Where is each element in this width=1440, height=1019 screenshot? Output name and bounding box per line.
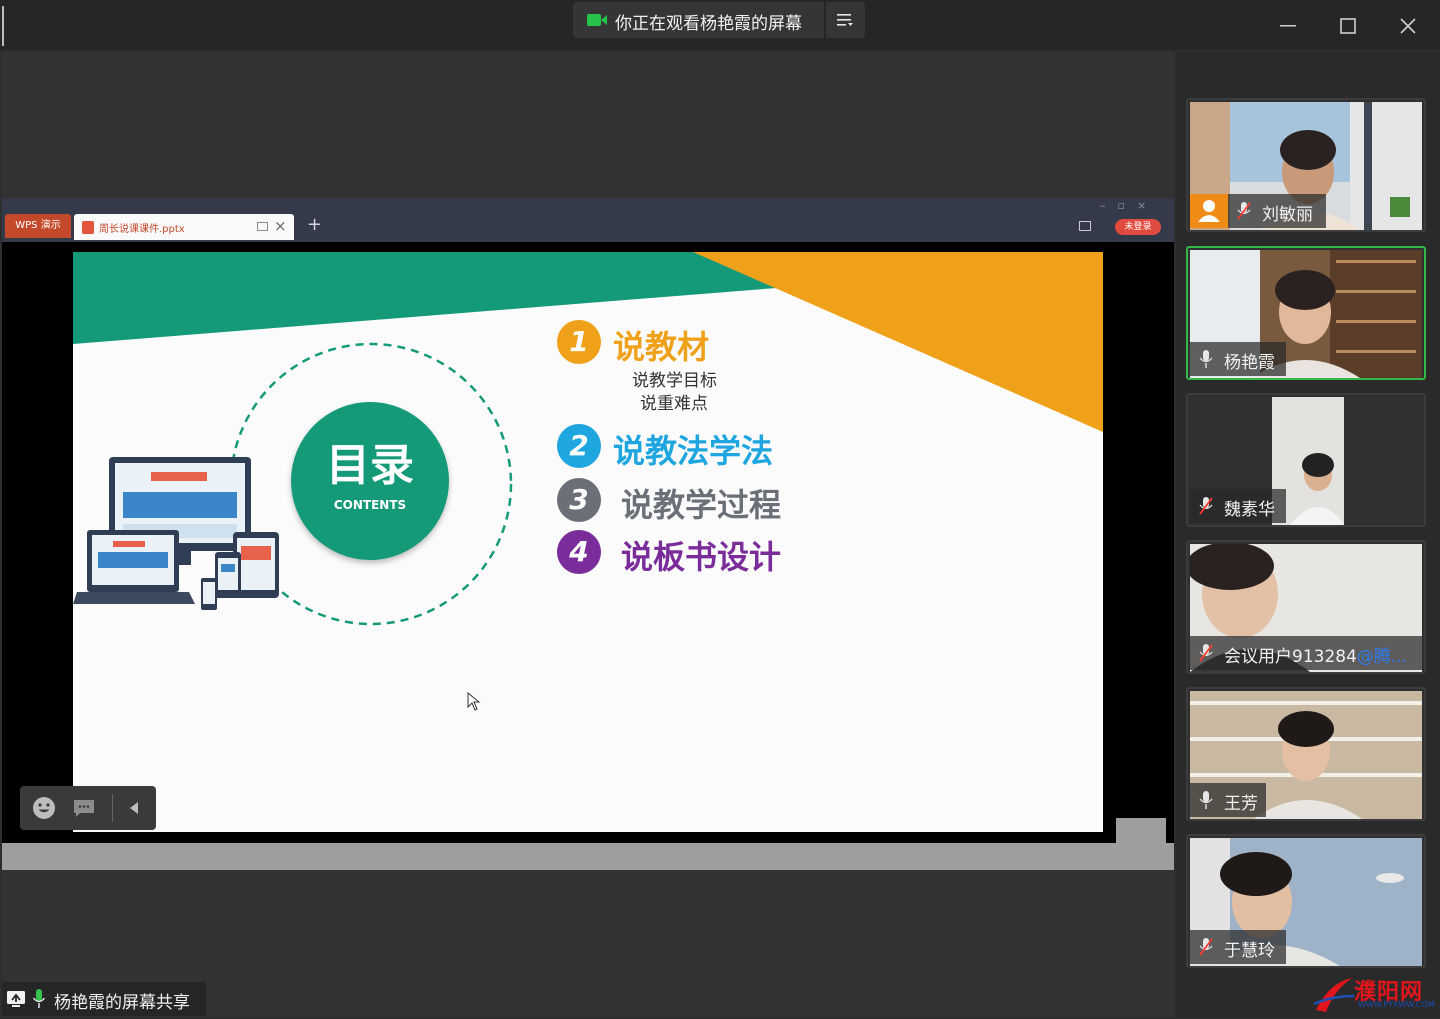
toc-number-2: 2: [557, 424, 601, 468]
toc-number-1: 1: [557, 320, 601, 364]
presentation-slide: 目录 CONTENTS 1 说教材 说教学目标 说重难点 2 说教法学法 3 说…: [73, 252, 1103, 832]
participant-name: 杨艳霞: [1224, 353, 1275, 373]
wps-file-tab: 周长说课课件.pptx ×: [74, 214, 294, 240]
microphone-icon: [32, 989, 46, 1008]
microphone-icon: [1199, 791, 1213, 809]
emoji-icon[interactable]: [32, 796, 56, 820]
add-tab-icon: +: [307, 214, 323, 235]
tab-window-icon: [257, 222, 268, 231]
toc-subitem-keypoints: 说重难点: [640, 394, 708, 414]
microphone-muted-icon: [1199, 644, 1213, 662]
wps-file-name: 周长说课课件.pptx: [99, 224, 185, 235]
participant-name: 王芳: [1224, 794, 1258, 814]
toc-label-1: 说教材: [613, 328, 710, 366]
participant-name-bar: 王芳: [1190, 783, 1266, 817]
participant-name: 魏素华: [1224, 500, 1275, 520]
participant-tile-3[interactable]: 魏素华: [1186, 393, 1426, 527]
shared-wps-window: WPS 演示 周长说课课件.pptx × + –▫× 未登录 目录 CONTEN…: [2, 198, 1174, 870]
toc-subitem-goals: 说教学目标: [632, 371, 717, 391]
participant-name-bar: 会议用户913284@腾...: [1190, 636, 1422, 670]
microphone-muted-icon: [1199, 497, 1213, 515]
wps-login-badge: 未登录: [1115, 219, 1161, 235]
meeting-window: 你正在观看杨艳霞的屏幕 WPS 演示 周长说课课件.pptx × + –▫× 未…: [0, 0, 1440, 1019]
wps-status-bar: [2, 843, 1174, 870]
participant-name-bar: 于慧玲: [1190, 930, 1286, 964]
participant-name: 于慧玲: [1224, 941, 1275, 961]
collapse-left-icon[interactable]: [128, 800, 140, 816]
participant-name-suffix: @腾...: [1356, 647, 1408, 667]
participant-name-bar: 刘敏丽: [1190, 194, 1326, 228]
watermark-swoosh-icon: [1313, 978, 1355, 1012]
wps-status-notch: [1116, 818, 1166, 844]
view-menu-icon[interactable]: [836, 12, 854, 28]
watching-screen-text: 你正在观看杨艳霞的屏幕: [615, 14, 802, 34]
wps-window-controls-icon: –▫×: [1100, 199, 1159, 212]
tab-close-icon: ×: [274, 217, 287, 235]
participant-name: 会议用户913284@腾...: [1224, 642, 1407, 667]
toc-number-3: 3: [557, 478, 601, 522]
microphone-icon: [1199, 350, 1213, 368]
participant-name: 刘敏丽: [1262, 205, 1313, 225]
toc-title: 目录: [326, 440, 414, 491]
reading-mode-icon: [1079, 221, 1091, 231]
toc-label-3: 说教学过程: [621, 486, 782, 524]
window-edge-marker: [2, 6, 4, 46]
toc-label-4: 说板书设计: [621, 538, 782, 576]
chat-bubble-icon[interactable]: [72, 798, 96, 818]
participant-name-main: 会议用户913284: [1224, 647, 1357, 667]
participant-tile-2[interactable]: 杨艳霞: [1186, 246, 1426, 380]
participant-name-bar: 魏素华: [1190, 489, 1286, 523]
microphone-muted-icon: [1199, 938, 1213, 956]
wps-app-tab: WPS 演示: [5, 214, 71, 238]
participant-tile-5[interactable]: 王芳: [1186, 687, 1426, 821]
participant-name-bar: 杨艳霞: [1190, 342, 1286, 376]
participant-tile-4[interactable]: 会议用户913284@腾...: [1186, 540, 1426, 674]
toolbar-divider: [112, 794, 113, 822]
microphone-muted-icon: [1237, 202, 1251, 220]
participant-tile-1[interactable]: 刘敏丽: [1186, 98, 1426, 232]
toc-number-4: 4: [557, 530, 601, 574]
screen-share-icon: [7, 991, 25, 1007]
toc-label-2: 说教法学法: [613, 432, 774, 470]
site-watermark-logo: 濮阳网 WWW.PYXWW.COM: [1312, 974, 1438, 1016]
wps-tab-bar: WPS 演示 周长说课课件.pptx × + –▫× 未登录: [2, 198, 1174, 242]
pptx-file-icon: [82, 221, 94, 234]
screen-share-label: 杨艳霞的屏幕共享: [2, 982, 206, 1016]
maximize-icon[interactable]: [1330, 8, 1366, 44]
mouse-cursor-icon: [467, 692, 481, 711]
toc-subtitle: CONTENTS: [333, 498, 407, 512]
host-badge-icon: [1190, 194, 1228, 228]
minimize-icon[interactable]: [1270, 8, 1306, 44]
toc-circle: 目录 CONTENTS: [291, 402, 449, 560]
pill-divider: [824, 2, 826, 38]
devices-illustration: [73, 457, 279, 610]
watermark-url: WWW.PYXWW.COM: [1358, 1000, 1435, 1009]
reaction-toolbar: [20, 786, 156, 830]
participant-tile-6[interactable]: 于慧玲: [1186, 834, 1426, 968]
participants-panel: 刘敏丽 杨艳霞 魏素华 会议用户913284@腾... 王芳 于慧玲: [1176, 52, 1440, 1017]
share-owner-label: 杨艳霞的屏幕共享: [54, 993, 190, 1013]
screen-share-status[interactable]: 你正在观看杨艳霞的屏幕: [573, 2, 865, 38]
close-icon[interactable]: [1390, 8, 1426, 44]
title-bar: 你正在观看杨艳霞的屏幕: [0, 0, 1440, 50]
video-camera-icon: [587, 14, 607, 26]
